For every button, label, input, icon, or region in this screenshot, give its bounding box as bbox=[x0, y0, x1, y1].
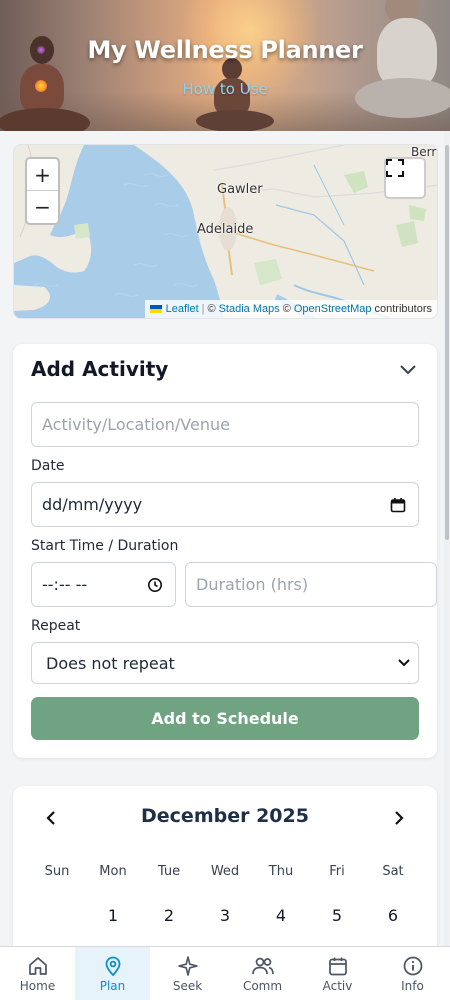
start-time-input[interactable]: --:-- -- bbox=[31, 562, 176, 607]
how-to-use-link[interactable]: How to Use bbox=[0, 80, 450, 98]
map-label-gawler: Gawler bbox=[217, 182, 263, 197]
calendar-icon bbox=[328, 957, 347, 976]
nav-activ-label: Activ bbox=[322, 979, 353, 993]
activity-input[interactable]: Activity/Location/Venue bbox=[31, 402, 419, 447]
copyright-symbol: © bbox=[207, 303, 216, 315]
clock-icon[interactable] bbox=[147, 577, 163, 593]
map-label-adelaide: Adelaide bbox=[197, 222, 254, 237]
zoom-out-button[interactable]: − bbox=[27, 191, 58, 223]
chevron-right-icon bbox=[395, 811, 404, 825]
scrollbar-thumb[interactable] bbox=[445, 145, 449, 540]
map-pin-icon bbox=[105, 956, 120, 977]
calendar-day[interactable]: 6 bbox=[365, 906, 421, 925]
calendar-icon[interactable] bbox=[390, 497, 406, 513]
weekday-header: Tue bbox=[157, 864, 181, 879]
weekday-header: Sat bbox=[382, 864, 404, 879]
time-value: --:-- -- bbox=[42, 575, 88, 594]
nav-comm[interactable]: Comm bbox=[225, 947, 300, 1000]
next-month-button[interactable] bbox=[387, 806, 411, 830]
info-icon bbox=[403, 956, 422, 976]
weekday-header: Wed bbox=[210, 864, 240, 879]
weekday-header: Mon bbox=[99, 864, 127, 879]
nav-seek-label: Seek bbox=[172, 979, 203, 993]
leaflet-link[interactable]: Leaflet bbox=[166, 303, 199, 315]
nav-home[interactable]: Home bbox=[0, 947, 75, 1000]
bottom-navigation: Home Plan Seek Comm Activ Info bbox=[0, 946, 450, 1000]
nav-plan[interactable]: Plan bbox=[75, 947, 150, 1000]
calendar-day[interactable]: 4 bbox=[253, 906, 309, 925]
nav-info-label: Info bbox=[401, 979, 424, 993]
app-header: My Wellness Planner How to Use bbox=[0, 0, 450, 131]
date-value: dd/mm/yyyy bbox=[42, 495, 143, 514]
add-activity-card: Add Activity Activity/Location/Venue Dat… bbox=[13, 344, 437, 758]
map-view[interactable]: + − Gawler Adelaide Berr Leaflet | © Sta… bbox=[13, 144, 438, 319]
weekday-header: Sun bbox=[44, 864, 70, 879]
map-label-berri: Berr bbox=[411, 145, 437, 159]
chevron-down-icon[interactable] bbox=[399, 362, 417, 376]
fullscreen-button[interactable] bbox=[384, 157, 426, 199]
sparkle-icon bbox=[177, 956, 198, 976]
calendar-month-title: December 2025 bbox=[141, 805, 309, 827]
copyright-symbol: © bbox=[282, 303, 291, 315]
map-attribution: Leaflet | © Stadia Maps © OpenStreetMap … bbox=[144, 300, 437, 318]
attribution-separator: | bbox=[201, 303, 205, 315]
nav-seek[interactable]: Seek bbox=[150, 947, 225, 1000]
repeat-select[interactable]: Does not repeat bbox=[31, 642, 419, 684]
weekday-header: Fri bbox=[329, 864, 345, 879]
app-title: My Wellness Planner bbox=[87, 36, 363, 64]
nav-info[interactable]: Info bbox=[375, 947, 450, 1000]
fullscreen-icon bbox=[386, 159, 404, 177]
calendar-day[interactable]: 3 bbox=[197, 906, 253, 925]
duration-input[interactable]: Duration (hrs) bbox=[185, 562, 437, 607]
calendar-card: December 2025 Sun Mon Tue Wed Thu Fri Sa… bbox=[13, 786, 437, 956]
repeat-value: Does not repeat bbox=[46, 653, 175, 673]
select-chevron-icon bbox=[398, 659, 410, 667]
nav-comm-label: Comm bbox=[242, 979, 283, 993]
nav-activ[interactable]: Activ bbox=[300, 947, 375, 1000]
users-icon bbox=[251, 957, 274, 975]
nav-home-label: Home bbox=[19, 979, 56, 993]
nav-plan-label: Plan bbox=[99, 979, 126, 993]
add-activity-title: Add Activity bbox=[31, 357, 169, 381]
zoom-in-button[interactable]: + bbox=[27, 159, 58, 191]
calendar-day[interactable]: 5 bbox=[309, 906, 365, 925]
stadia-maps-link[interactable]: Stadia Maps bbox=[219, 303, 280, 315]
time-duration-label: Start Time / Duration bbox=[31, 538, 179, 554]
meditating-figure-right bbox=[345, 0, 450, 131]
calendar-day[interactable]: 2 bbox=[141, 906, 197, 925]
ukraine-flag-icon bbox=[149, 305, 162, 313]
date-label: Date bbox=[31, 458, 65, 474]
contributors-text: contributors bbox=[374, 303, 432, 315]
weekday-header: Thu bbox=[268, 864, 294, 879]
calendar-day[interactable]: 1 bbox=[85, 906, 141, 925]
date-input[interactable]: dd/mm/yyyy bbox=[31, 482, 419, 527]
add-to-schedule-button[interactable]: Add to Schedule bbox=[31, 697, 419, 740]
repeat-label: Repeat bbox=[31, 618, 81, 634]
openstreetmap-link[interactable]: OpenStreetMap bbox=[294, 303, 372, 315]
home-icon bbox=[28, 957, 47, 975]
map-zoom-control: + − bbox=[25, 157, 60, 225]
